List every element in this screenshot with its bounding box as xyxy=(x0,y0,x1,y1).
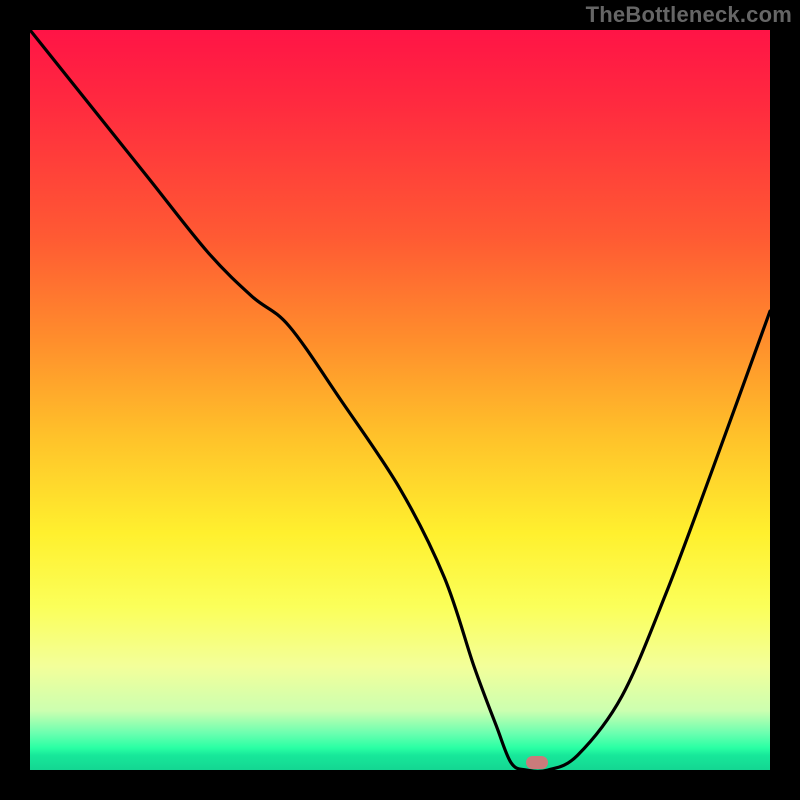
optimum-marker xyxy=(526,756,548,769)
plot-area xyxy=(30,30,770,770)
bottleneck-curve xyxy=(30,30,770,770)
curve-path xyxy=(30,30,770,770)
chart-frame: TheBottleneck.com xyxy=(0,0,800,800)
watermark-text: TheBottleneck.com xyxy=(586,2,792,28)
